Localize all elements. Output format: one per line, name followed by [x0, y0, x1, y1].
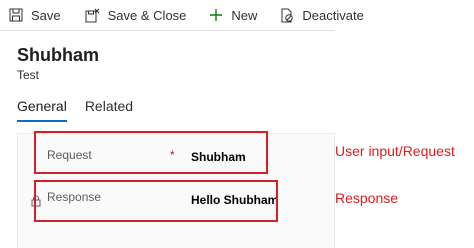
record-subtitle: Test [17, 68, 40, 82]
deactivate-button[interactable]: Deactivate [279, 0, 364, 30]
command-bar: Save Save & Close New Deactivate [0, 0, 364, 31]
record-title: Shubham [17, 45, 100, 65]
new-label: New [231, 7, 258, 23]
save-label: Save [31, 7, 61, 23]
save-and-close-icon [85, 7, 101, 23]
tab-bar: General Related [17, 98, 151, 122]
tab-general[interactable]: General [17, 98, 67, 122]
save-and-close-label: Save & Close [107, 7, 187, 23]
deactivate-icon [279, 7, 295, 23]
save-button[interactable]: Save [8, 0, 61, 30]
save-icon [8, 7, 24, 23]
response-highlight-box [34, 180, 278, 222]
new-button[interactable]: New [208, 0, 257, 30]
response-annotation: Response [335, 190, 399, 206]
record-form-page: Save Save & Close New Deactivate Shubham… [0, 0, 474, 248]
request-highlight-box [34, 131, 268, 174]
tab-related[interactable]: Related [85, 98, 133, 122]
request-annotation: User input/Request [335, 143, 455, 159]
plus-icon [208, 7, 224, 23]
deactivate-label: Deactivate [302, 7, 364, 23]
save-and-close-button[interactable]: Save & Close [85, 0, 187, 30]
